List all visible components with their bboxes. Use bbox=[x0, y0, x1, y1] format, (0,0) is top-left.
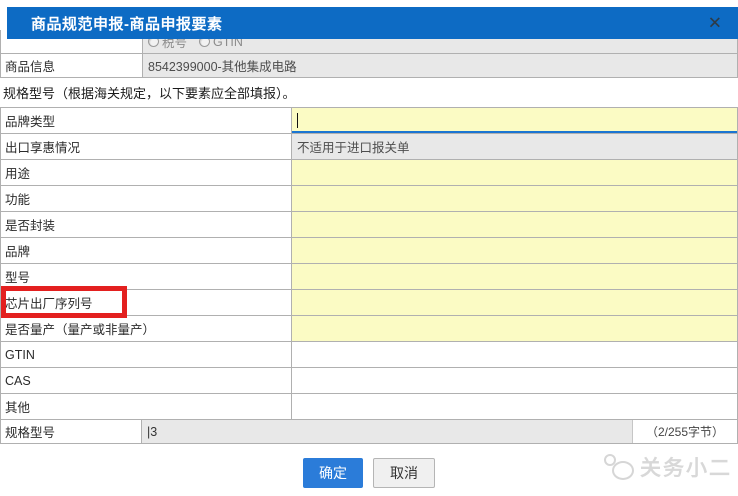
cancel-button[interactable]: 取消 bbox=[373, 458, 435, 488]
field-label: 出口享惠情况 bbox=[1, 134, 292, 159]
field-row-gtin: GTIN bbox=[1, 342, 737, 368]
field-label: 功能 bbox=[1, 186, 292, 211]
field-row-packaged: 是否封装 bbox=[1, 212, 737, 238]
field-row-usage: 用途 bbox=[1, 160, 737, 186]
field-label: GTIN bbox=[1, 342, 292, 367]
spec-model-label: 规格型号 bbox=[1, 420, 142, 443]
product-info-value: 8542399000-其他集成电路 bbox=[143, 54, 737, 77]
gtin-input[interactable] bbox=[292, 342, 737, 367]
field-label: 品牌 bbox=[1, 238, 292, 263]
elements-table: 品牌类型 出口享惠情况 不适用于进口报关单 用途 功能 是否封装 品牌 bbox=[0, 107, 738, 420]
close-icon[interactable]: ✕ bbox=[708, 15, 722, 32]
field-row-mass-production: 是否量产（量产或非量产） bbox=[1, 316, 737, 342]
field-row-export-preference: 出口享惠情况 不适用于进口报关单 bbox=[1, 134, 737, 160]
section-note: 规格型号（根据海关规定，以下要素应全部填报）。 bbox=[0, 78, 738, 107]
red-highlight-annotation bbox=[1, 286, 127, 318]
field-label: CAS bbox=[1, 368, 292, 393]
field-label: 品牌类型 bbox=[1, 108, 292, 133]
watermark: 关务小二 bbox=[604, 452, 732, 482]
field-row-brand: 品牌 bbox=[1, 238, 737, 264]
spec-model-row: 规格型号 |3 （2/255字节） bbox=[0, 419, 738, 444]
text-cursor-icon bbox=[297, 113, 298, 128]
spec-model-input[interactable]: |3 bbox=[142, 420, 632, 443]
field-label: 是否封装 bbox=[1, 212, 292, 237]
brand-type-input[interactable] bbox=[292, 108, 737, 133]
export-preference-value: 不适用于进口报关单 bbox=[292, 134, 737, 159]
product-info-label: 商品信息 bbox=[1, 54, 143, 77]
model-input[interactable] bbox=[292, 264, 737, 289]
usage-input[interactable] bbox=[292, 160, 737, 185]
confirm-button[interactable]: 确定 bbox=[303, 458, 363, 488]
field-row-brand-type: 品牌类型 bbox=[1, 108, 737, 134]
mascot-logo-icon bbox=[604, 454, 634, 480]
packaged-input[interactable] bbox=[292, 212, 737, 237]
field-row-function: 功能 bbox=[1, 186, 737, 212]
field-label: 其他 bbox=[1, 394, 292, 419]
other-input[interactable] bbox=[292, 394, 737, 419]
field-row-cas: CAS bbox=[1, 368, 737, 394]
function-input[interactable] bbox=[292, 186, 737, 211]
brand-input[interactable] bbox=[292, 238, 737, 263]
declaration-dialog: 税号 GTIN 商品信息 8542399000-其他集成电路 商品规范申报-商品… bbox=[0, 0, 738, 496]
field-label: 是否量产（量产或非量产） bbox=[1, 316, 292, 341]
watermark-text: 关务小二 bbox=[640, 452, 732, 482]
field-row-other: 其他 bbox=[1, 394, 737, 420]
byte-counter: （2/255字节） bbox=[632, 420, 737, 443]
dialog-title: 商品规范申报-商品申报要素 bbox=[7, 13, 223, 34]
chip-serial-input[interactable] bbox=[292, 290, 737, 315]
field-label: 用途 bbox=[1, 160, 292, 185]
product-info-row: 商品信息 8542399000-其他集成电路 bbox=[0, 54, 738, 78]
cas-input[interactable] bbox=[292, 368, 737, 393]
mass-production-input[interactable] bbox=[292, 316, 737, 341]
dialog-titlebar: 商品规范申报-商品申报要素 ✕ bbox=[7, 7, 738, 39]
